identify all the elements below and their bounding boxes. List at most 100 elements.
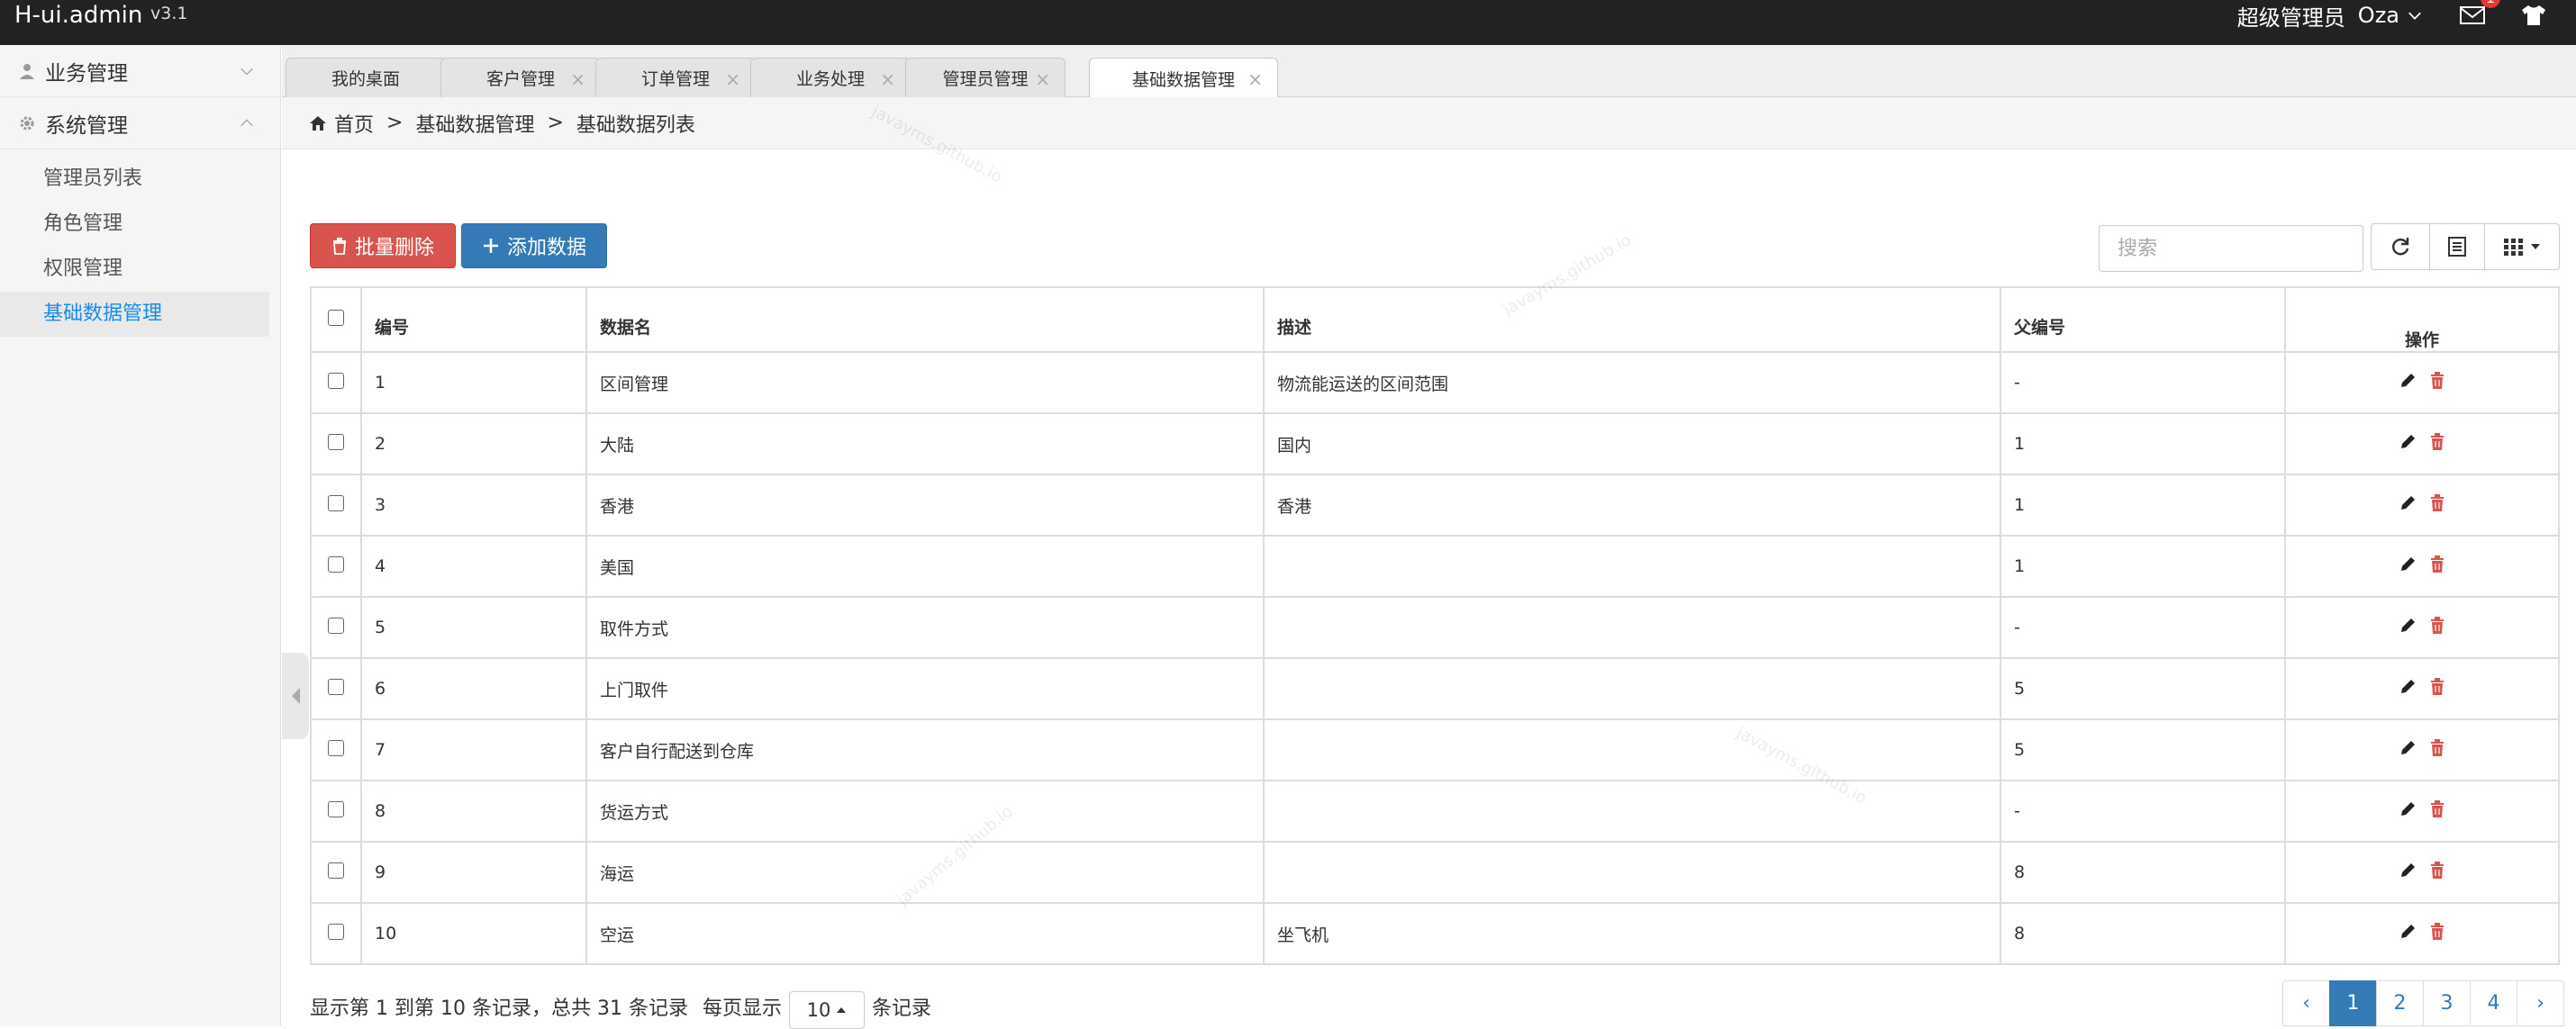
edit-pencil-icon[interactable] — [2399, 739, 2417, 757]
tab-base-data[interactable]: 基础数据管理 × — [1089, 58, 1278, 98]
edit-pencil-icon[interactable] — [2399, 555, 2417, 573]
edit-pencil-icon[interactable] — [2399, 862, 2417, 880]
page-3-button[interactable]: 3 — [2423, 980, 2471, 1026]
edit-pencil-icon[interactable] — [2399, 433, 2417, 451]
tab-order[interactable]: 订单管理 × — [595, 58, 756, 97]
skin-shirt-icon[interactable] — [2520, 4, 2547, 27]
delete-trash-icon[interactable] — [2429, 371, 2445, 390]
menu-group-system[interactable]: 系统管理 — [0, 97, 280, 149]
edit-pencil-icon[interactable] — [2399, 800, 2417, 818]
page-1-button[interactable]: 1 — [2329, 980, 2377, 1026]
row-checkbox[interactable] — [328, 923, 344, 940]
app-logo[interactable]: H-ui.admin — [14, 0, 142, 31]
delete-trash-icon[interactable] — [2429, 493, 2445, 512]
delete-trash-icon[interactable] — [2429, 799, 2445, 818]
select-all-checkbox[interactable] — [328, 309, 344, 326]
table-row: 4 美国 1 — [310, 535, 2560, 598]
row-checkbox[interactable] — [328, 494, 344, 511]
cell-actions — [2284, 474, 2560, 537]
sidebar-item-role[interactable]: 角色管理 — [0, 202, 280, 247]
edit-pencil-icon[interactable] — [2399, 678, 2417, 696]
edit-pencil-icon[interactable] — [2399, 372, 2417, 390]
add-data-button[interactable]: 添加数据 — [461, 223, 607, 268]
row-check-cell — [310, 718, 362, 781]
cell-name: 取件方式 — [585, 596, 1265, 659]
envelope-icon — [2460, 6, 2485, 24]
edit-pencil-icon[interactable] — [2399, 494, 2417, 512]
toggle-view-button[interactable] — [2429, 223, 2485, 270]
cell-actions — [2284, 412, 2560, 475]
header-parent[interactable]: 父编号 — [2000, 286, 2286, 353]
breadcrumb-current: 基础数据列表 — [576, 113, 695, 137]
page-4-button[interactable]: 4 — [2470, 980, 2517, 1026]
edit-pencil-icon[interactable] — [2399, 617, 2417, 635]
close-icon[interactable]: × — [725, 68, 740, 90]
table-row: 9 海运 8 — [310, 841, 2560, 904]
prev-page-button[interactable]: ‹ — [2282, 980, 2330, 1026]
row-checkbox[interactable] — [328, 800, 344, 817]
header-name[interactable]: 数据名 — [585, 286, 1265, 353]
user-name: Oza — [2357, 3, 2399, 28]
sidebar-item-admin-list[interactable]: 管理员列表 — [0, 157, 280, 202]
cell-desc — [1263, 718, 2001, 781]
user-menu[interactable]: Oza — [2358, 3, 2423, 28]
row-checkbox[interactable] — [328, 862, 344, 879]
sidebar-collapse-toggle[interactable] — [282, 653, 309, 739]
menu-group-label: 业务管理 — [45, 61, 128, 86]
menu-group-business[interactable]: 业务管理 — [0, 45, 280, 97]
cell-desc: 国内 — [1263, 412, 2001, 475]
cell-actions — [2284, 535, 2560, 598]
row-checkbox[interactable] — [328, 739, 344, 756]
per-page-prefix: 每页显示 — [702, 997, 782, 1020]
cell-id: 5 — [360, 596, 587, 659]
delete-trash-icon[interactable] — [2429, 432, 2445, 451]
delete-trash-icon[interactable] — [2429, 616, 2445, 635]
cell-desc — [1263, 841, 2001, 904]
caret-left-icon — [292, 688, 300, 704]
sidebar-item-base-data[interactable]: 基础数据管理 — [0, 292, 269, 337]
cell-id: 8 — [360, 780, 587, 843]
add-data-label: 添加数据 — [506, 237, 586, 259]
batch-delete-button[interactable]: 批量删除 — [310, 223, 456, 268]
row-checkbox[interactable] — [328, 372, 344, 389]
edit-pencil-icon[interactable] — [2399, 923, 2417, 941]
table-row: 1 区间管理 物流能运送的区间范围 - — [310, 351, 2560, 414]
cell-name: 海运 — [585, 841, 1265, 904]
row-checkbox[interactable] — [328, 555, 344, 573]
cell-actions — [2284, 902, 2560, 965]
delete-trash-icon[interactable] — [2429, 677, 2445, 696]
close-icon[interactable]: × — [880, 68, 895, 90]
tab-desktop[interactable]: 我的桌面 — [286, 58, 446, 97]
page-size-select[interactable]: 10 — [788, 991, 865, 1029]
delete-trash-icon[interactable] — [2429, 555, 2445, 573]
tab-label: 基础数据管理 — [1131, 69, 1235, 90]
top-navbar: H-ui.admin v3.1 超级管理员 Oza 1 — [0, 0, 2576, 45]
close-icon[interactable]: × — [1247, 68, 1263, 90]
delete-trash-icon[interactable] — [2429, 738, 2445, 757]
search-input[interactable] — [2099, 225, 2363, 272]
row-checkbox[interactable] — [328, 433, 344, 450]
close-icon[interactable]: × — [1035, 68, 1050, 90]
delete-trash-icon[interactable] — [2429, 861, 2445, 880]
delete-trash-icon[interactable] — [2429, 922, 2445, 941]
table-body: 1 区间管理 物流能运送的区间范围 -2 大陆 国内 1 3 香港 香港 1 4 美国 1 5 取件方式 -6 上… — [310, 351, 2560, 965]
tab-customer[interactable]: 客户管理 × — [440, 58, 601, 97]
next-page-button[interactable]: › — [2517, 980, 2564, 1026]
tab-admin[interactable]: 管理员管理 × — [905, 58, 1066, 97]
refresh-button[interactable] — [2371, 223, 2430, 270]
breadcrumb-home[interactable]: 首页 — [334, 109, 374, 138]
tab-business[interactable]: 业务处理 × — [750, 58, 911, 97]
header-desc[interactable]: 描述 — [1263, 286, 2001, 353]
header-id[interactable]: 编号 — [360, 286, 587, 353]
row-checkbox[interactable] — [328, 678, 344, 695]
cell-parent: 5 — [2000, 718, 2286, 781]
sidebar-item-permission[interactable]: 权限管理 — [0, 247, 280, 292]
page-2-button[interactable]: 2 — [2376, 980, 2424, 1026]
columns-menu-button[interactable] — [2484, 223, 2560, 270]
row-checkbox[interactable] — [328, 617, 344, 634]
cell-name: 上门取件 — [585, 657, 1265, 720]
message-button[interactable]: 1 — [2459, 0, 2500, 26]
close-icon[interactable]: × — [570, 68, 585, 90]
cell-parent: 1 — [2000, 412, 2286, 475]
breadcrumb-level1[interactable]: 基础数据管理 — [415, 109, 534, 138]
